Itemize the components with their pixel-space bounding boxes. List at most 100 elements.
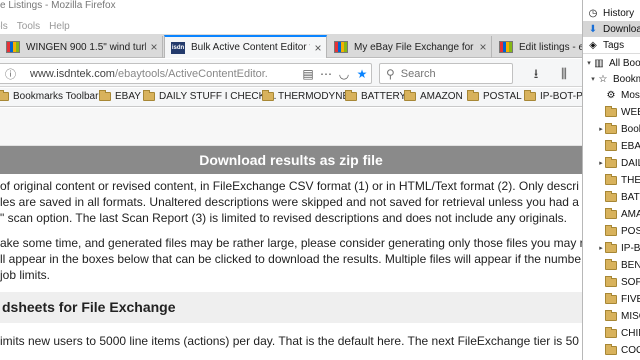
pocket-icon[interactable]: ◡ bbox=[335, 67, 353, 81]
bookmark-amazon[interactable]: AMAZON bbox=[404, 90, 463, 102]
url-bar[interactable]: ⓘ www.isdntek.com/ebaytools/ActiveConten… bbox=[0, 63, 372, 84]
close-icon[interactable]: × bbox=[475, 40, 491, 54]
download-results-header: Download results as zip file bbox=[0, 146, 582, 174]
downloads-icon[interactable]: ⭳ bbox=[527, 65, 545, 83]
text-line: les are saved in all formats. Unaltered … bbox=[0, 195, 579, 209]
folder-icon bbox=[605, 105, 617, 117]
browser-window: e Listings - Mozilla Firefox ols Tools H… bbox=[0, 0, 582, 360]
close-icon[interactable]: × bbox=[146, 40, 162, 54]
folder-icon bbox=[605, 241, 617, 253]
sidebar-folder-item[interactable]: FIVE bbox=[597, 291, 640, 307]
sidebar-item-tags[interactable]: ◈ Tags bbox=[587, 37, 624, 53]
twisty-icon[interactable]: ▸ bbox=[597, 244, 605, 252]
text-line: " scan option. The last Scan Report (3) … bbox=[0, 211, 568, 225]
sidebar-folder-item[interactable]: EBAY bbox=[597, 138, 640, 154]
twisty-icon[interactable]: ▾ bbox=[589, 75, 597, 83]
sidebar-folder-item[interactable]: WEB bbox=[597, 104, 640, 120]
sidebar-folder-item[interactable]: BENZ bbox=[597, 257, 640, 273]
sidebar-folder-item[interactable]: THE bbox=[597, 172, 640, 188]
bookmark-ip-bot[interactable]: IP-BOT-PI bbox=[524, 90, 582, 102]
folder-icon bbox=[524, 90, 536, 101]
content-top-band bbox=[0, 108, 582, 146]
library-icon[interactable]: ⫼ bbox=[555, 65, 573, 83]
sidebar-item-most-visited[interactable]: ⚙Most bbox=[597, 87, 640, 103]
bookmark-battery[interactable]: BATTERY bbox=[345, 90, 406, 102]
search-input[interactable] bbox=[400, 67, 501, 80]
download-arrow-icon: ⬇ bbox=[588, 23, 598, 35]
sidebar-folder-item[interactable]: AMA bbox=[597, 206, 640, 222]
folder-icon bbox=[143, 90, 155, 101]
menu-help[interactable]: Help bbox=[49, 21, 70, 32]
isdn-icon: isdn bbox=[171, 41, 185, 54]
sidebar-folder-item[interactable]: ▸DAIL bbox=[597, 155, 640, 171]
folder-icon bbox=[605, 156, 617, 168]
folder-icon bbox=[605, 190, 617, 202]
more-actions-icon[interactable]: ⋯ bbox=[317, 67, 335, 81]
spreadsheets-header: dsheets for File Exchange bbox=[0, 292, 582, 323]
bookmark-toolbar-folder[interactable]: Bookmarks Toolbar bbox=[0, 90, 98, 102]
spreadsheets-paragraph: imits new users to 5000 line items (acti… bbox=[0, 333, 582, 349]
sidebar-folder-item[interactable]: SOFT bbox=[597, 274, 640, 290]
tab-bulk-editor[interactable]: isdn Bulk Active Content Editor fo × bbox=[164, 35, 327, 58]
ebay-icon bbox=[334, 41, 348, 53]
tab-bar: WINGEN 900 1.5" wind turbin × isdn Bulk … bbox=[0, 34, 582, 58]
screen: e Listings - Mozilla Firefox ols Tools H… bbox=[0, 0, 640, 360]
navigation-bar: ⓘ www.isdntek.com/ebaytools/ActiveConten… bbox=[0, 59, 582, 87]
folder-icon bbox=[605, 326, 617, 338]
tab-title: Bulk Active Content Editor fo bbox=[191, 42, 310, 53]
search-box[interactable]: ⚲ bbox=[379, 63, 513, 84]
bookmarks-sidebar: ◷History ⬇Downloa ◈Tags ▾▥All Bookm ▾☆Bo… bbox=[582, 0, 640, 360]
bookmark-daily-stuff[interactable]: DAILY STUFF I CHECK ... bbox=[143, 90, 276, 102]
sidebar-folder-item[interactable]: MISC bbox=[597, 308, 640, 324]
folder-icon bbox=[605, 258, 617, 270]
twisty-icon[interactable]: ▸ bbox=[597, 125, 605, 133]
sidebar-folder-item[interactable]: BATT bbox=[597, 189, 640, 205]
reader-view-icon[interactable]: ▤ bbox=[299, 67, 317, 81]
sidebar-folder-item[interactable]: CHIN bbox=[597, 325, 640, 341]
folder-icon bbox=[605, 309, 617, 321]
folder-icon bbox=[605, 292, 617, 304]
text-line: imits new users to 5000 line items (acti… bbox=[0, 334, 579, 348]
tab-edit-listings[interactable]: Edit listings - eB bbox=[493, 36, 582, 58]
menu-tools[interactable]: Tools bbox=[17, 21, 40, 32]
folder-icon bbox=[605, 224, 617, 236]
url-text[interactable]: www.isdntek.com/ebaytools/ActiveContentE… bbox=[30, 68, 299, 80]
text-line: ll appear in the boxes below that can be… bbox=[0, 252, 581, 266]
menu-tools-partial[interactable]: ols bbox=[0, 21, 8, 32]
tag-icon: ◈ bbox=[589, 39, 597, 51]
tab-wingen[interactable]: WINGEN 900 1.5" wind turbin × bbox=[0, 36, 163, 58]
bookmark-ebay[interactable]: EBAY bbox=[99, 90, 141, 102]
page-content: Download results as zip file of original… bbox=[0, 108, 582, 360]
sidebar-item-bookmarks-menu[interactable]: ▾☆Bookm bbox=[589, 71, 640, 87]
clock-icon: ◷ bbox=[588, 7, 598, 19]
folder-icon bbox=[605, 139, 617, 151]
sidebar-item-all-bookmarks[interactable]: ▾▥All Bookm bbox=[585, 55, 640, 71]
sidebar-folder-item[interactable]: ▸Book bbox=[597, 121, 640, 137]
sidebar-folder-item[interactable]: POST bbox=[597, 223, 640, 239]
info-icon[interactable]: ⓘ bbox=[5, 66, 16, 82]
twisty-icon[interactable]: ▸ bbox=[597, 159, 605, 167]
folder-icon bbox=[0, 90, 9, 101]
sidebar-folder-item[interactable]: ▸IP-BO bbox=[597, 240, 640, 256]
bookmark-postal[interactable]: POSTAL bbox=[467, 90, 522, 102]
library-icon: ▥ bbox=[594, 57, 604, 69]
close-icon[interactable]: × bbox=[310, 41, 326, 55]
sidebar-item-downloads[interactable]: ⬇ Downloa bbox=[583, 21, 640, 37]
folder-icon bbox=[605, 173, 617, 185]
download-note-paragraph: ake some time, and generated files may b… bbox=[0, 235, 582, 283]
twisty-icon[interactable]: ▾ bbox=[585, 59, 593, 67]
text-line: job limits. bbox=[0, 268, 51, 282]
sidebar-divider bbox=[583, 53, 640, 54]
sidebar-folder-item[interactable]: COO bbox=[597, 342, 640, 358]
menu-bar: ols Tools Help bbox=[0, 11, 582, 33]
folder-icon bbox=[605, 275, 617, 287]
sidebar-item-history[interactable]: ◷ History bbox=[587, 5, 635, 21]
star-icon: ☆ bbox=[598, 73, 608, 85]
text-line: ake some time, and generated files may b… bbox=[0, 236, 582, 250]
tab-file-exchange[interactable]: My eBay File Exchange for wi × bbox=[328, 36, 492, 58]
download-description-paragraph: of original content or revised content, … bbox=[0, 178, 582, 226]
folder-icon bbox=[467, 90, 479, 101]
bookmark-star-icon[interactable]: ★ bbox=[353, 67, 371, 81]
bookmark-thermodyne[interactable]: THERMODYNE bbox=[262, 90, 349, 102]
folder-icon bbox=[605, 122, 617, 134]
